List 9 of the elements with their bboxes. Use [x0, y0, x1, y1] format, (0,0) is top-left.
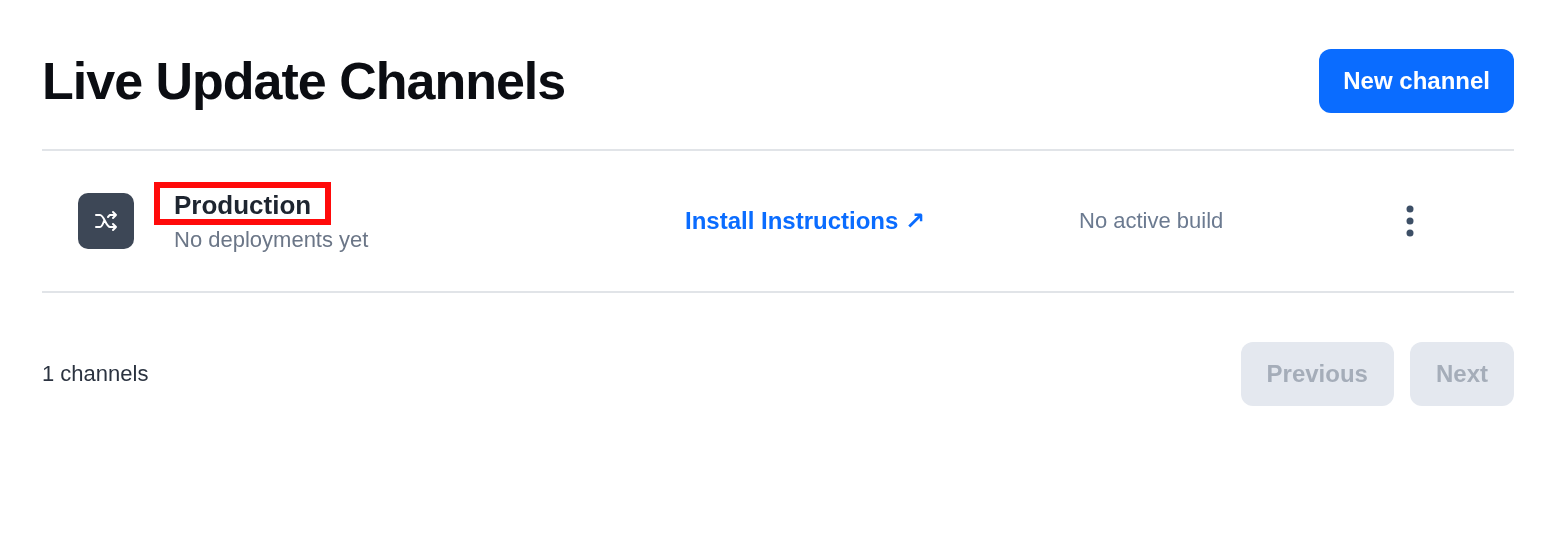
- page-title: Live Update Channels: [42, 51, 566, 111]
- channel-status: No deployments yet: [174, 226, 370, 253]
- new-channel-button[interactable]: New channel: [1319, 49, 1514, 113]
- install-instructions-link[interactable]: Install Instructions ↗: [685, 207, 1079, 235]
- shuffle-icon: [78, 193, 134, 249]
- more-options-icon[interactable]: [1406, 205, 1414, 237]
- build-status: No active build: [1079, 208, 1225, 234]
- channel-name: Production: [174, 189, 312, 220]
- channel-count: 1 channels: [42, 361, 149, 387]
